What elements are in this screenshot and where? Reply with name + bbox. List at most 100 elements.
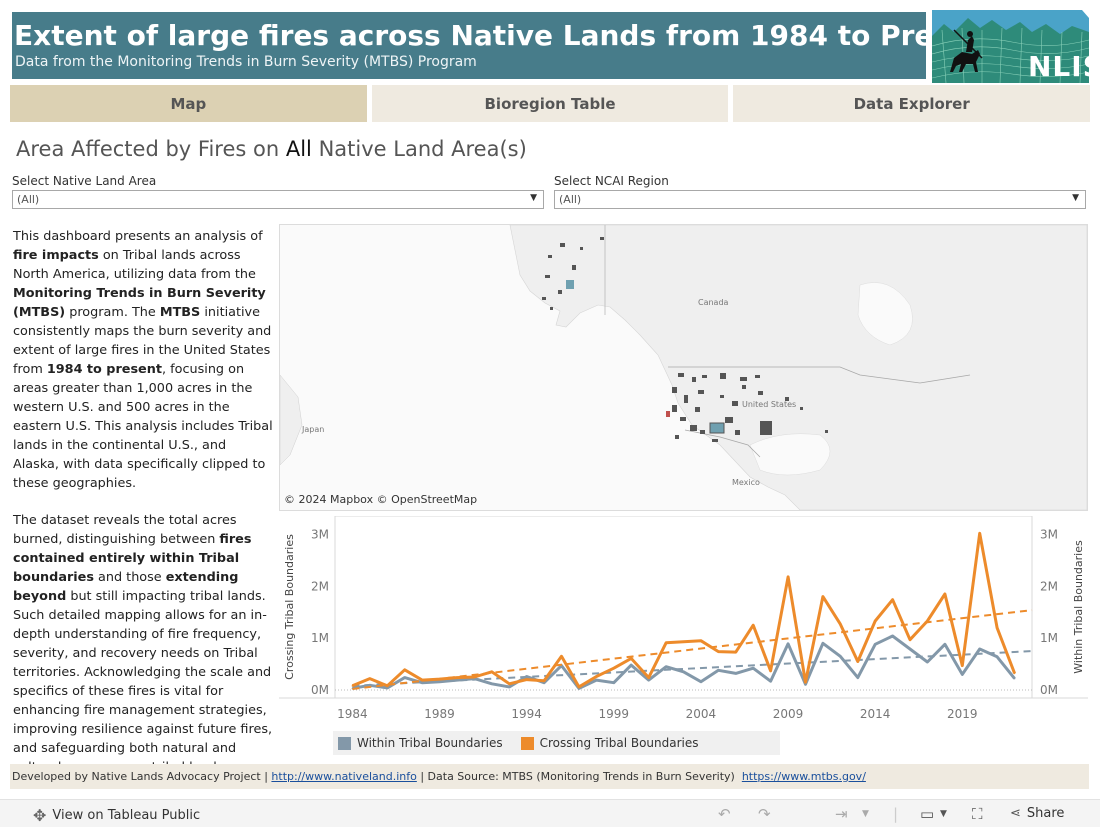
data-point-within [839, 655, 842, 658]
data-point-crossing [560, 655, 563, 658]
data-point-crossing [630, 657, 633, 660]
legend-label-within: Within Tribal Boundaries [357, 736, 503, 750]
x-tick-label: 1994 [511, 707, 542, 721]
data-point-crossing [717, 650, 720, 653]
data-point-within [978, 648, 981, 650]
tab-bioregion-table[interactable]: Bioregion Table [371, 85, 729, 122]
native-land-area-label: Select Native Land Area [12, 174, 157, 188]
data-point-within [647, 679, 650, 681]
data-point-within [874, 643, 876, 646]
data-point-within [856, 676, 859, 679]
section-title-prefix: Area Affected by Fires on [16, 137, 280, 161]
tab-bar: Map Bioregion Table Data Explorer [10, 85, 1091, 122]
data-point-crossing [734, 651, 737, 653]
data-point-within [769, 680, 772, 682]
native-land-area-select[interactable]: (All) ▼ [12, 190, 544, 209]
map-label-japan: Japan [301, 425, 324, 434]
data-point-within [665, 665, 667, 668]
tableau-toolbar: ✥ View on Tableau Public ↶ ↷ ⇥ ▼ | ▭ ▼ ⛶… [0, 799, 1100, 827]
data-point-crossing [491, 671, 493, 673]
y-tick-label-left: 3M [311, 527, 329, 541]
legend-item-crossing[interactable]: Crossing Tribal Boundaries [520, 736, 699, 750]
data-point-crossing [386, 685, 389, 687]
data-point-within [491, 682, 493, 685]
fullscreen-icon[interactable]: ⛶ [972, 805, 983, 823]
y-tick-label-right: 2M [1040, 579, 1058, 593]
ncai-region-select[interactable]: (All) ▼ [554, 190, 1086, 209]
data-point-within [734, 672, 737, 675]
description-text: and those [93, 570, 166, 585]
data-point-crossing [891, 598, 894, 601]
chevron-down-icon: ▼ [1072, 193, 1079, 203]
mtbs-link[interactable]: https://www.mtbs.gov/ [742, 770, 866, 783]
data-point-crossing [595, 675, 598, 678]
ncai-region-value: (All) [559, 193, 582, 206]
download-dropdown-icon[interactable]: ▼ [940, 809, 947, 819]
data-point-within [438, 680, 441, 683]
data-point-within [630, 664, 633, 666]
data-point-crossing [1013, 672, 1016, 675]
share-icon: ⋖ [1010, 806, 1021, 821]
credit-prefix: Developed by Native Lands Advocacy Proje… [12, 770, 272, 783]
revert-icon[interactable]: ⇥ [835, 805, 848, 823]
data-point-within [909, 648, 911, 650]
data-point-crossing [665, 641, 667, 644]
description-text: fire impacts [13, 248, 99, 263]
y-axis-label-right: Within Tribal Boundaries [1072, 540, 1085, 674]
revert-dropdown-icon[interactable]: ▼ [862, 809, 869, 819]
description-paragraph-1: This dashboard presents an analysis of f… [13, 227, 275, 493]
data-point-within [456, 679, 458, 681]
description-text: but still impacting tribal lands. Such d… [13, 589, 273, 775]
description-text: MTBS [159, 305, 201, 320]
data-point-within [752, 667, 754, 670]
data-point-crossing [804, 681, 807, 684]
data-point-crossing [369, 677, 371, 680]
legend-item-within[interactable]: Within Tribal Boundaries [338, 736, 503, 750]
share-button[interactable]: ⋖ Share [1010, 806, 1064, 821]
undo-icon[interactable]: ↶ [718, 805, 731, 823]
view-on-tableau-label: View on Tableau Public [52, 808, 201, 823]
nativeland-link[interactable]: http://www.nativeland.info [271, 770, 416, 783]
data-point-crossing [543, 679, 545, 682]
download-icon[interactable]: ▭ [920, 805, 934, 823]
map-label-mexico: Mexico [732, 478, 760, 487]
data-point-crossing [613, 667, 615, 670]
credit-mid: | Data Source: MTBS (Monitoring Trends i… [416, 770, 742, 783]
data-point-crossing [978, 532, 981, 535]
nlis-logo: NLIS [932, 10, 1089, 83]
map-attribution[interactable]: © 2024 Mapbox © OpenStreetMap [284, 493, 477, 506]
fire-trend-chart: 0M 0M 1M 1M 2M 2M 3M 3M 1984 1989 1994 1999 2004 2009… [279, 515, 1088, 756]
tab-data-explorer[interactable]: Data Explorer [733, 85, 1091, 122]
data-point-within [926, 661, 929, 663]
data-point-within [1013, 677, 1016, 680]
legend-swatch-crossing [520, 736, 534, 750]
data-point-crossing [822, 595, 824, 598]
data-point-within [996, 656, 998, 658]
section-title: Area Affected by Fires on All Native Lan… [16, 137, 527, 161]
y-tick-label-left: 2M [311, 579, 329, 593]
data-point-within [613, 681, 615, 684]
redo-icon[interactable]: ↷ [758, 805, 771, 823]
data-point-within [787, 643, 789, 645]
data-point-within [595, 679, 598, 681]
data-point-crossing [839, 623, 842, 625]
data-point-crossing [700, 639, 702, 642]
dashboard-description: This dashboard presents an analysis of f… [13, 227, 275, 777]
dashboard-header: Extent of large fires across Native Land… [12, 12, 1002, 79]
data-point-crossing [944, 593, 946, 595]
data-point-crossing [996, 626, 998, 629]
view-on-tableau-button[interactable]: ✥ View on Tableau Public [33, 806, 200, 825]
description-text: , focusing on areas greater than 1,000 a… [13, 362, 273, 491]
data-point-within [525, 675, 528, 678]
y-tick-label-right: 0M [1040, 683, 1058, 697]
description-text: The dataset reveals the total acres burn… [13, 513, 237, 547]
data-point-crossing [578, 686, 580, 688]
data-point-crossing [682, 640, 685, 643]
description-text: program. The [65, 305, 160, 320]
data-point-within [386, 687, 389, 689]
data-point-crossing [874, 620, 876, 622]
tab-map[interactable]: Map [10, 85, 367, 122]
fire-map[interactable]: Canada United States Mexico Japan © 2024… [279, 224, 1088, 511]
data-point-within [944, 643, 946, 646]
tableau-icon: ✥ [33, 806, 47, 825]
